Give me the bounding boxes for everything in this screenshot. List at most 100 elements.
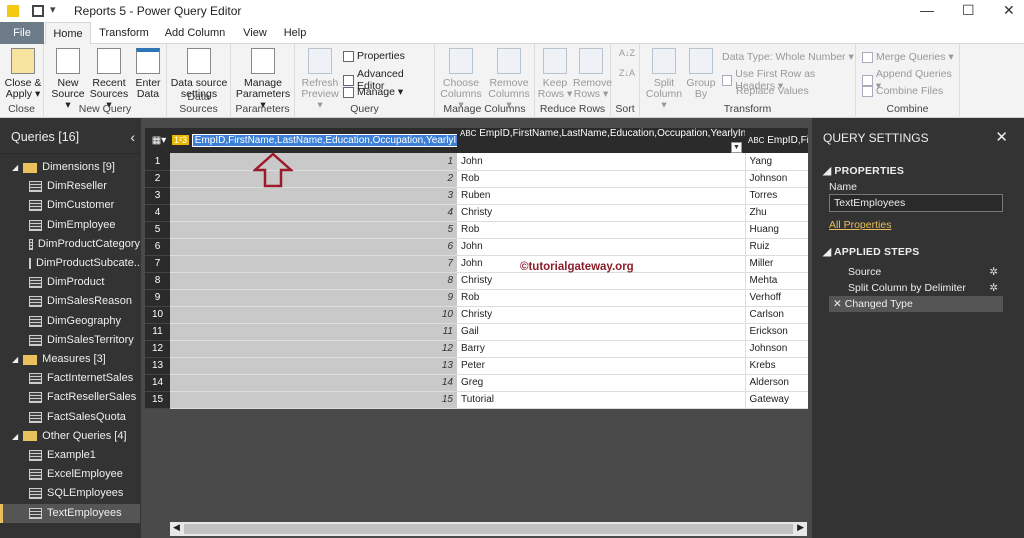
enter-data-button[interactable]: Enter Data — [132, 48, 164, 100]
cell[interactable]: 13 — [170, 357, 457, 375]
step-split-column[interactable]: Split Column by Delimiter ✲ — [829, 280, 1003, 296]
cell[interactable]: 11 — [170, 323, 457, 341]
merge-queries-button[interactable]: Merge Queries ▾ — [862, 51, 954, 63]
cell[interactable]: 7 — [170, 255, 457, 273]
query-group[interactable]: ◢ Dimensions [9] — [0, 158, 140, 177]
new-source-button[interactable]: New Source ▾ — [48, 48, 88, 111]
cell[interactable]: 12 — [170, 340, 457, 358]
row-number[interactable]: 13 — [145, 357, 170, 375]
query-item[interactable]: Example1 — [0, 446, 140, 465]
step-source[interactable]: Source ✲ — [829, 264, 1003, 280]
manage-parameters-button[interactable]: Manage Parameters ▾ — [233, 48, 293, 111]
cell[interactable]: Ruiz — [744, 238, 808, 256]
cell[interactable]: 8 — [170, 272, 457, 290]
cell[interactable]: Gail — [457, 323, 745, 341]
cell[interactable]: Christy — [457, 272, 745, 290]
cell[interactable]: 1 — [170, 153, 457, 171]
cell[interactable]: Yang — [744, 153, 808, 171]
gear-icon[interactable]: ✲ — [989, 280, 998, 296]
cell[interactable]: Barry — [457, 340, 745, 358]
query-item[interactable]: FactInternetSales — [0, 369, 140, 388]
cell[interactable]: 3 — [170, 187, 457, 205]
query-item[interactable]: DimProduct — [0, 273, 140, 292]
row-number[interactable]: 1 — [145, 153, 170, 171]
remove-columns-button[interactable]: Remove Columns ▾ — [485, 48, 533, 111]
cell[interactable]: Ruben — [457, 187, 745, 205]
step-changed-type[interactable]: ✕ Changed Type — [829, 296, 1003, 312]
cell[interactable]: John — [457, 153, 745, 171]
split-column-button[interactable]: Split Column ▾ — [644, 48, 684, 111]
row-number[interactable]: 5 — [145, 221, 170, 239]
scrollbar-thumb[interactable] — [184, 524, 793, 534]
text-type-icon[interactable]: ABC — [460, 129, 476, 138]
manage-button[interactable]: Manage ▾ — [343, 86, 403, 98]
row-number[interactable]: 11 — [145, 323, 170, 341]
delete-step-icon[interactable]: ✕ — [833, 298, 842, 310]
row-number[interactable]: 10 — [145, 306, 170, 324]
expand-icon[interactable]: ◢ — [12, 158, 18, 177]
cell[interactable]: 2 — [170, 170, 457, 188]
cell[interactable]: 6 — [170, 238, 457, 256]
cell[interactable]: John — [457, 238, 745, 256]
query-item[interactable]: ExcelEmployee — [0, 465, 140, 484]
row-number[interactable]: 15 — [145, 391, 170, 409]
row-number[interactable]: 7 — [145, 255, 170, 273]
cell[interactable]: Alderson — [744, 374, 808, 392]
query-item[interactable]: DimSalesReason — [0, 292, 140, 311]
cell[interactable]: Erickson — [744, 323, 808, 341]
cell[interactable]: Krebs — [744, 357, 808, 375]
tab-add-column[interactable]: Add Column — [160, 22, 230, 44]
query-item[interactable]: FactResellerSales — [0, 388, 140, 407]
scroll-left-icon[interactable]: ◀ — [173, 522, 180, 533]
cell[interactable]: Rob — [457, 221, 745, 239]
column-filter-dropdown[interactable]: ▼ — [731, 142, 742, 153]
row-number[interactable]: 6 — [145, 238, 170, 256]
expand-icon[interactable]: ◢ — [12, 350, 18, 369]
query-item[interactable]: DimReseller — [0, 177, 140, 196]
table-menu-button[interactable]: ▦▾ — [145, 128, 170, 153]
collapse-pane-icon[interactable]: ‹ — [130, 118, 135, 156]
cell[interactable]: Christy — [457, 204, 745, 222]
cell[interactable]: 14 — [170, 374, 457, 392]
cell[interactable]: Zhu — [744, 204, 808, 222]
cell[interactable]: Greg — [457, 374, 745, 392]
cell[interactable]: Rob — [457, 289, 745, 307]
expand-icon[interactable]: ◢ — [12, 427, 18, 446]
cell[interactable]: Tutorial — [457, 391, 745, 409]
combine-files-button[interactable]: Combine Files — [862, 85, 943, 97]
query-item[interactable]: DimProductCategory — [0, 235, 140, 254]
sort-ascending-button[interactable]: A↓Z — [619, 48, 635, 58]
maximize-button[interactable]: ☐ — [962, 2, 975, 19]
row-number[interactable]: 2 — [145, 170, 170, 188]
tab-transform[interactable]: Transform — [95, 22, 153, 44]
cell[interactable]: Carlson — [744, 306, 808, 324]
cell[interactable]: Peter — [457, 357, 745, 375]
cell[interactable]: Rob — [457, 170, 745, 188]
all-properties-link[interactable]: All Properties — [829, 219, 891, 231]
column-name-editing[interactable]: EmpID,FirstName,LastName,Education,Occup… — [191, 134, 457, 148]
query-group[interactable]: ◢ Measures [3] — [0, 350, 140, 369]
properties-button[interactable]: Properties — [343, 50, 405, 62]
column-header-3[interactable]: ABC EmpID,Firs — [745, 128, 808, 153]
query-item[interactable]: FactSalesQuota — [0, 408, 140, 427]
save-icon[interactable] — [32, 5, 44, 17]
tab-file[interactable]: File — [0, 22, 44, 44]
minimize-button[interactable]: — — [920, 2, 934, 18]
whole-number-type-icon[interactable]: 1²3 — [172, 135, 190, 146]
cell[interactable]: Miller — [744, 255, 808, 273]
row-number[interactable]: 4 — [145, 204, 170, 222]
scroll-right-icon[interactable]: ▶ — [797, 522, 804, 533]
choose-columns-button[interactable]: Choose Columns ▾ — [437, 48, 485, 111]
query-item[interactable]: DimCustomer — [0, 196, 140, 215]
query-item[interactable]: DimGeography — [0, 312, 140, 331]
query-name-input[interactable] — [829, 194, 1003, 212]
refresh-preview-button[interactable]: Refresh Preview ▾ — [299, 48, 341, 111]
cell[interactable]: 5 — [170, 221, 457, 239]
column-header-1[interactable]: 1²3 EmpID,FirstName,LastName,Education,O… — [170, 128, 457, 153]
row-number[interactable]: 9 — [145, 289, 170, 307]
close-window-button[interactable]: ✕ — [1003, 2, 1015, 19]
cell[interactable]: Johnson — [744, 340, 808, 358]
horizontal-scrollbar[interactable]: ◀ ▶ — [170, 522, 807, 536]
cell[interactable]: Gateway — [744, 391, 808, 409]
cell[interactable]: 10 — [170, 306, 457, 324]
